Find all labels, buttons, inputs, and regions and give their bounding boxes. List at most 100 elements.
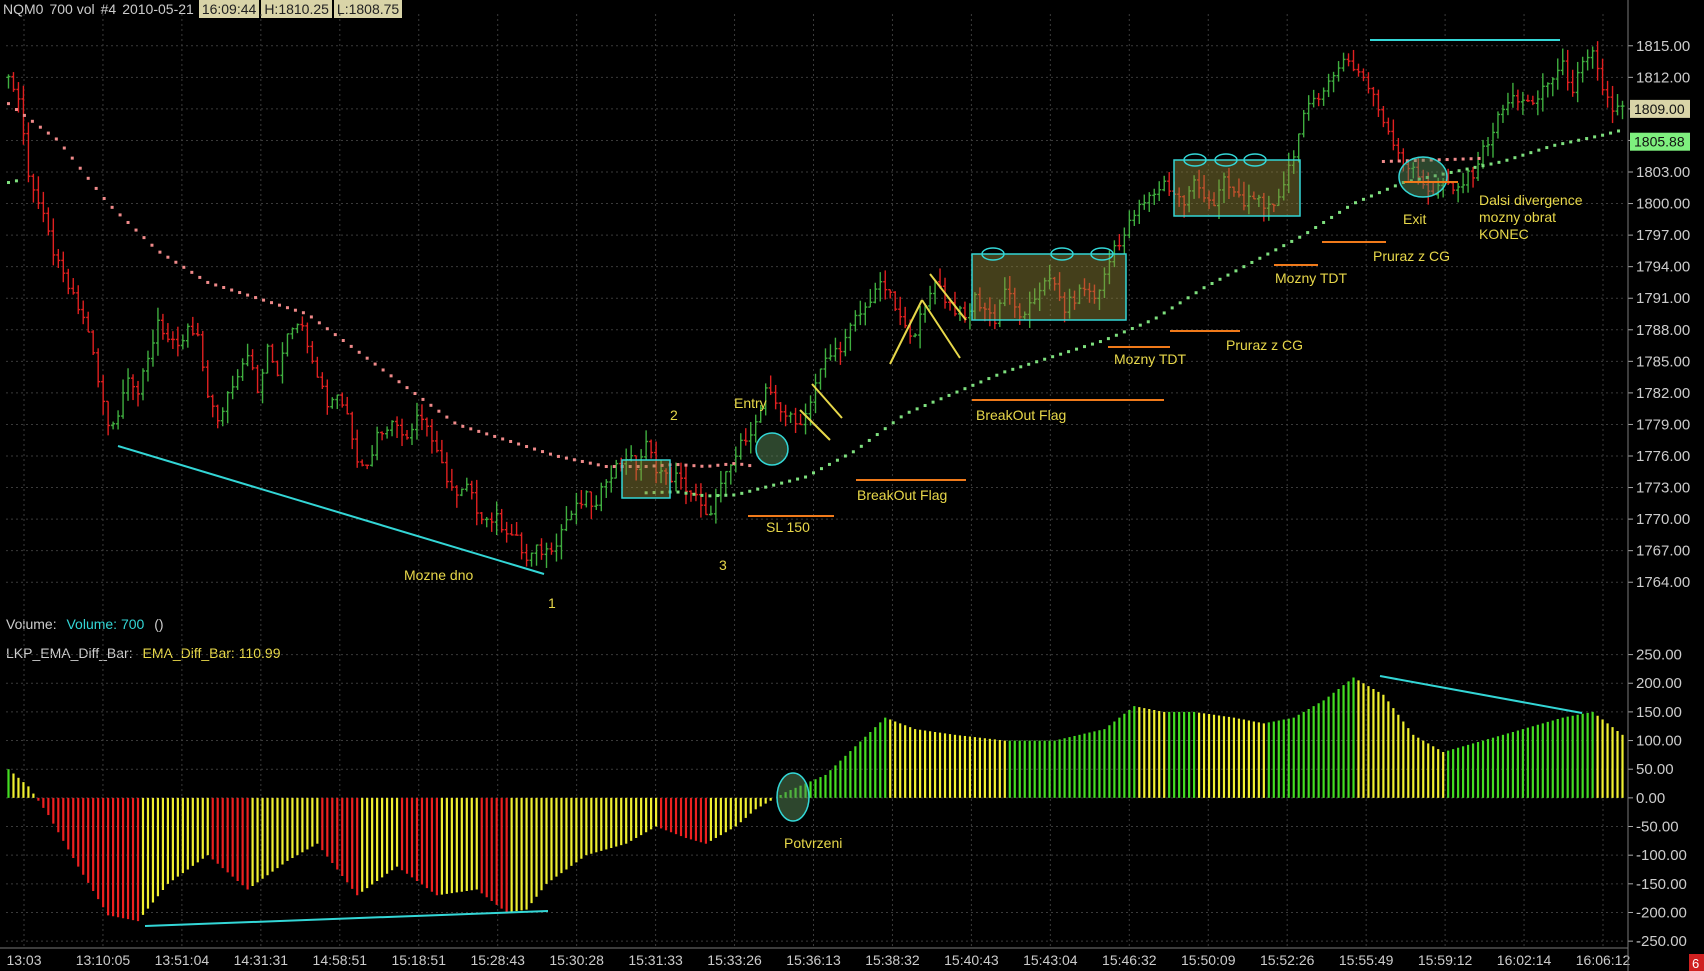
- price-tick-label: 1797.00: [1636, 227, 1690, 244]
- fast-ema-dot: [1011, 367, 1015, 371]
- slow-ema-dot: [389, 374, 393, 378]
- fast-ema-dot: [804, 475, 808, 479]
- time-tick-label: 15:52:26: [1260, 952, 1315, 968]
- slow-ema-dot: [517, 442, 521, 446]
- fast-ema-dot: [716, 494, 720, 498]
- fast-ema-dot: [1369, 194, 1373, 198]
- fast-ema-dot: [1306, 231, 1310, 235]
- fast-ema-dot: [1529, 151, 1533, 155]
- fast-ema-dot: [947, 393, 951, 397]
- slow-ema-dot: [214, 283, 218, 287]
- slow-ema-dot: [102, 197, 106, 201]
- fast-ema-dot: [812, 471, 816, 475]
- fast-ema-dot: [1218, 277, 1222, 281]
- slow-ema-dot: [580, 459, 584, 463]
- slow-ema-dot: [46, 131, 50, 135]
- time-tick-label: 15:38:32: [865, 952, 920, 968]
- slow-ema-dot: [485, 432, 489, 436]
- slow-ema-dot: [501, 437, 505, 441]
- fast-ema-dot: [1226, 273, 1230, 277]
- slow-ema-dot: [14, 108, 18, 112]
- fast-ema-dot: [676, 490, 680, 494]
- fast-ema-dot: [1003, 370, 1007, 374]
- slow-ema-dot: [604, 465, 608, 469]
- fast-ema-dot: [1098, 340, 1102, 344]
- fast-ema-dot: [915, 407, 919, 411]
- fast-ema-dot: [819, 467, 823, 471]
- fast-ema-dot: [1314, 226, 1318, 230]
- slow-ema-dot: [86, 176, 90, 180]
- fast-ema-dot: [1593, 135, 1597, 139]
- fast-ema-dot: [1051, 355, 1055, 359]
- slow-ema-dot: [1469, 157, 1473, 161]
- fast-ema-dot: [1353, 201, 1357, 205]
- fast-ema-dot: [851, 450, 855, 454]
- osc-tick-label: 0.00: [1636, 790, 1665, 807]
- slow-ema-dot: [373, 362, 377, 366]
- price-tick-label: 1791.00: [1636, 290, 1690, 307]
- fast-ema-dot: [1194, 291, 1198, 295]
- time-tick-label: 16:06:12: [1576, 952, 1631, 968]
- fast-ema-dot: [1553, 143, 1557, 147]
- fast-ema-dot: [1258, 256, 1262, 260]
- fast-ema-dot: [995, 373, 999, 377]
- flag-line: [811, 383, 843, 419]
- slow-ema-dot: [509, 439, 513, 443]
- fast-ema-dot: [1449, 170, 1453, 174]
- fast-ema-dot: [700, 493, 704, 497]
- time-tick-label: 13:03: [6, 952, 41, 968]
- fast-ema-dot: [1035, 360, 1039, 364]
- slow-ema-dot: [572, 458, 576, 462]
- osc-tick-label: 200.00: [1636, 675, 1682, 692]
- fast-ema-dot: [1210, 281, 1214, 285]
- fast-ema-dot: [1457, 169, 1461, 173]
- slow-ema-dot: [110, 205, 114, 209]
- slow-ema-dot: [429, 403, 433, 407]
- fast-ema-dot: [1282, 244, 1286, 248]
- fast-ema-dot: [1083, 345, 1087, 349]
- fast-ema-dot: [708, 494, 712, 498]
- slow-ema-dot: [493, 434, 497, 438]
- slow-ema-dot: [30, 119, 34, 123]
- fast-ema-dot: [1346, 205, 1350, 209]
- fast-ema-dot: [1561, 142, 1565, 146]
- fast-ema-dot: [875, 433, 879, 437]
- chart-window: { "header": { "symbol": "NQM0", "bar_spe…: [0, 0, 1704, 971]
- fast-ema-dot: [899, 415, 903, 419]
- annotation-pruraz-1: Pruraz z CG: [1226, 337, 1303, 353]
- slow-ema-dot: [716, 463, 720, 467]
- slow-ema-dot: [365, 356, 369, 360]
- slow-ema-dot: [230, 288, 234, 292]
- fast-ema-dot: [987, 377, 991, 381]
- fast-ema-dot: [827, 462, 831, 466]
- annotation-entry: Entry: [734, 395, 767, 411]
- fast-ema-dot: [796, 477, 800, 481]
- fast-ema-dot: [1266, 252, 1270, 256]
- fast-ema-dot: [1170, 306, 1174, 310]
- price-tick-label: 1767.00: [1636, 543, 1690, 560]
- fast-ema-dot: [979, 380, 983, 384]
- annotation-exit: Exit: [1403, 211, 1426, 227]
- fast-ema-dot: [971, 383, 975, 387]
- slow-ema-dot: [1381, 159, 1385, 163]
- fast-ema-dot: [780, 481, 784, 485]
- osc-tick-label: -50.00: [1636, 819, 1679, 836]
- fast-ema-dot: [1521, 153, 1525, 157]
- fast-ema-dot: [1298, 235, 1302, 239]
- osc-divergence-line-high: [1379, 675, 1583, 714]
- slow-ema-dot: [692, 464, 696, 468]
- fast-ema-dot: [1585, 137, 1589, 141]
- fast-ema-dot: [1577, 138, 1581, 142]
- slow-ema-dot: [158, 250, 162, 254]
- exit-circle: [1398, 156, 1448, 198]
- fast-ema-dot: [1385, 187, 1389, 191]
- slow-ema-dot: [469, 427, 473, 431]
- fast-ema-dot: [1513, 156, 1517, 160]
- slow-ema-dot: [78, 166, 82, 170]
- slow-ema-dot: [70, 156, 74, 160]
- slow-ema-dot: [22, 113, 26, 117]
- annotation-dalsi-3: KONEC: [1479, 226, 1529, 242]
- slow-ema-dot: [246, 293, 250, 297]
- slow-ema-dot: [1453, 157, 1457, 161]
- fast-ema-dot: [1106, 337, 1110, 341]
